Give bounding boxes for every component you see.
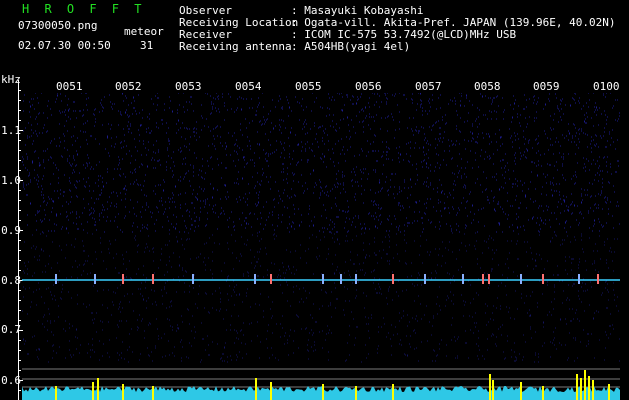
meteor-count-bar <box>542 386 544 400</box>
meteor-echo <box>578 274 580 284</box>
y-minor-tick <box>18 120 21 121</box>
y-minor-tick <box>18 110 21 111</box>
time-label-0054: 0054 <box>235 80 262 93</box>
image-filename: 07300050.png <box>18 19 98 32</box>
y-minor-tick <box>18 240 21 241</box>
y-minor-tick <box>18 300 21 301</box>
meteor-echo <box>488 274 490 284</box>
meteor-echo <box>94 274 96 284</box>
meteor-echo <box>542 274 544 284</box>
meteor-count-bar <box>580 378 582 400</box>
meteor-echo <box>520 274 522 284</box>
y-minor-tick <box>18 370 21 371</box>
meteor-count-bar <box>97 378 99 400</box>
noise-floor-lower <box>22 232 620 363</box>
meteor-count: 31 <box>140 39 154 52</box>
time-label-0053: 0053 <box>175 80 202 93</box>
meteor-label: meteor <box>124 25 164 38</box>
meteor-count-bar <box>92 382 94 400</box>
meteor-count-bar <box>592 380 594 400</box>
meteor-count-bar <box>608 384 610 400</box>
time-label-0100: 0100 <box>593 80 620 93</box>
time-label-0059: 0059 <box>533 80 560 93</box>
y-minor-tick <box>18 360 21 361</box>
meteor-echo <box>270 274 272 284</box>
meteor-count-bar <box>489 374 491 400</box>
time-label-0058: 0058 <box>474 80 501 93</box>
noise-floor <box>22 93 620 233</box>
meteor-count-bar <box>576 374 578 400</box>
y-minor-tick <box>18 190 21 191</box>
meteor-count-bar <box>122 384 124 400</box>
meteor-echo <box>392 274 394 284</box>
meteor-count-bar <box>255 378 257 400</box>
meteor-count-bar <box>55 386 57 400</box>
meteor-count-bar <box>588 376 590 400</box>
meteor-echo <box>597 274 599 284</box>
meteor-count-bar <box>152 386 154 400</box>
meteor-count-bar <box>270 382 272 400</box>
meteor-echo <box>192 274 194 284</box>
time-label-0057: 0057 <box>415 80 442 93</box>
observation-datetime: 02.07.30 00:50 <box>18 39 111 52</box>
y-minor-tick <box>18 170 21 171</box>
y-minor-tick <box>18 310 21 311</box>
activity-histogram <box>22 386 620 400</box>
meteor-echo <box>254 274 256 284</box>
meteor-echo <box>55 274 57 284</box>
meteor-count-bar <box>355 386 357 400</box>
y-minor-tick <box>18 210 21 211</box>
spectrogram-plot <box>22 93 620 400</box>
meteor-count-bar <box>322 384 324 400</box>
meteor-count-bar <box>392 384 394 400</box>
y-minor-tick <box>18 100 21 101</box>
y-minor-tick <box>18 350 21 351</box>
y-minor-tick <box>18 260 21 261</box>
antenna-value: : A504HB(yagi 4el) <box>291 40 411 53</box>
meteor-echo <box>424 274 426 284</box>
meteor-echo <box>152 274 154 284</box>
time-label-0055: 0055 <box>295 80 322 93</box>
meteor-echo <box>355 274 357 284</box>
y-minor-tick <box>18 270 21 271</box>
y-minor-tick <box>18 90 21 91</box>
y-minor-tick <box>18 320 21 321</box>
y-minor-tick <box>18 250 21 251</box>
y-minor-tick <box>18 290 21 291</box>
meteor-count-bar <box>584 370 586 400</box>
antenna-label: Receiving antenna <box>179 40 292 53</box>
app-brand: H R O F F T <box>22 2 146 16</box>
y-minor-tick <box>18 220 21 221</box>
time-label-0056: 0056 <box>355 80 382 93</box>
meteor-echo <box>462 274 464 284</box>
meteor-count-bar <box>520 382 522 400</box>
meteor-echo <box>322 274 324 284</box>
y-minor-tick <box>18 340 21 341</box>
time-label-0052: 0052 <box>115 80 142 93</box>
y-minor-tick <box>18 150 21 151</box>
y-minor-tick <box>18 390 21 391</box>
y-minor-tick <box>18 140 21 141</box>
time-label-0051: 0051 <box>56 80 83 93</box>
meteor-count-bar <box>492 380 494 400</box>
spectrogram-canvas <box>22 93 620 400</box>
y-minor-tick <box>18 200 21 201</box>
meteor-echo <box>340 274 342 284</box>
meteor-echo <box>122 274 124 284</box>
y-minor-tick <box>18 160 21 161</box>
meteor-echo <box>482 274 484 284</box>
